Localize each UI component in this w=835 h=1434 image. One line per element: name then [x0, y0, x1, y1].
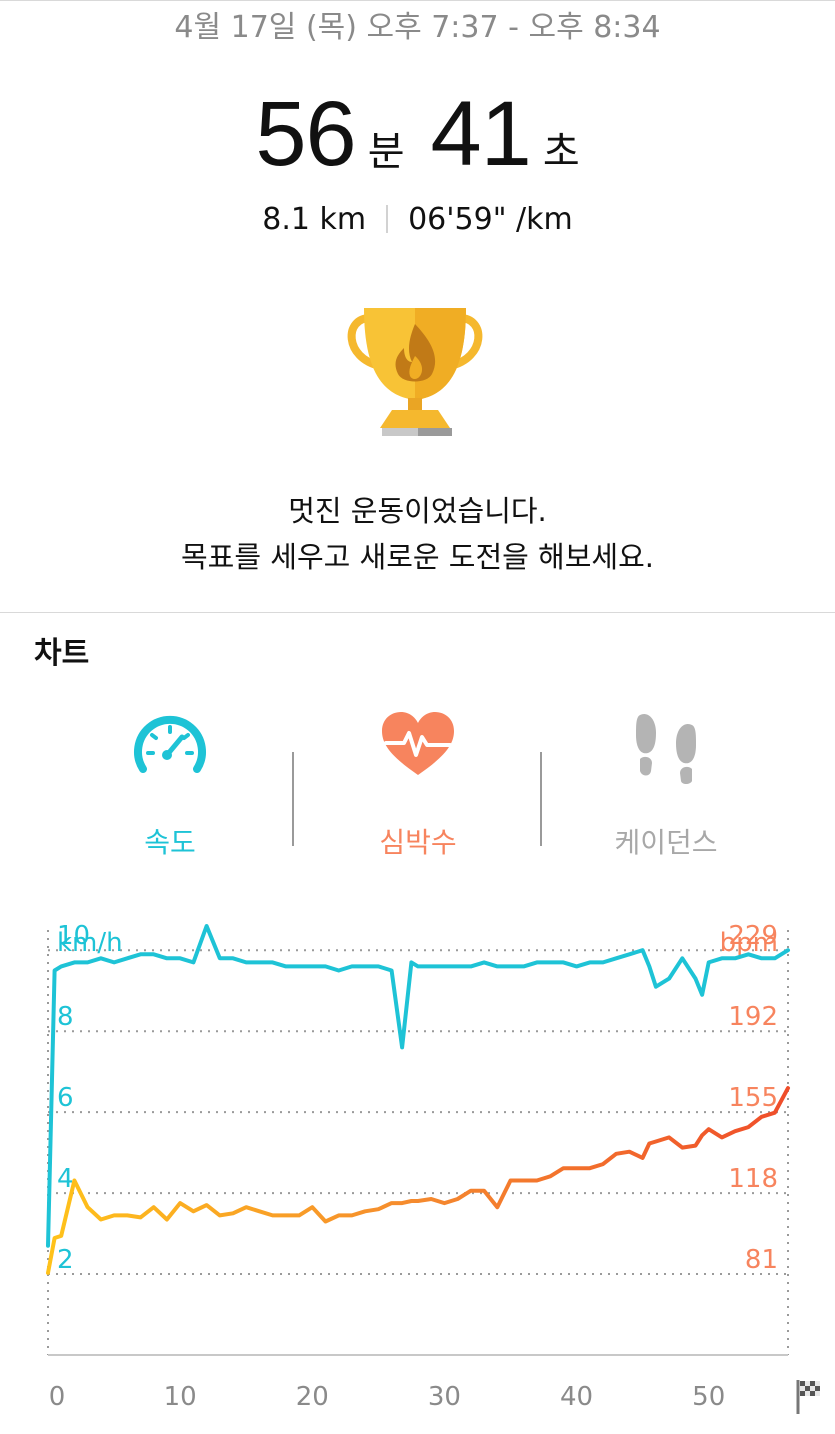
heart-rate-icon — [382, 712, 454, 775]
right-tick-label: 81 — [745, 1245, 778, 1275]
x-tick-label: 0 — [49, 1382, 66, 1412]
x-tick-label: 50 — [692, 1382, 725, 1412]
tab-separator — [292, 752, 294, 846]
speedometer-icon — [134, 715, 206, 773]
pace-value: 06'59" /km — [408, 202, 573, 237]
duration-seconds-unit: 초 — [542, 129, 580, 175]
duration-minutes: 56 — [255, 83, 356, 185]
tab-speed-label: 속도 — [144, 826, 196, 859]
left-tick-label: 2 — [57, 1245, 74, 1275]
x-tick-label: 10 — [164, 1382, 197, 1412]
heart-rate-series-line — [46, 1086, 790, 1275]
checkered-flag-icon — [796, 1380, 820, 1414]
speed-heart-rate-chart: 10 2298 1926 1554 1182 81km/h bpm0 10 20 30 40 50 — [46, 921, 820, 1414]
workout-duration: 56 분 41 초 — [0, 82, 835, 187]
trophy-flame-icon — [347, 308, 483, 436]
congrats-message: 멋진 운동이었습니다. 목표를 세우고 새로운 도전을 해보세요. — [0, 488, 835, 580]
top-divider — [0, 0, 835, 1]
tab-heart-rate-label: 심박수 — [379, 826, 457, 859]
tab-cadence[interactable]: 케이던스 — [586, 705, 746, 875]
x-tick-label: 30 — [428, 1382, 461, 1412]
duration-minutes-unit: 분 — [367, 129, 405, 175]
chart-section-title: 차트 — [34, 636, 90, 671]
left-tick-label: 8 — [57, 1002, 74, 1032]
footsteps-icon — [636, 713, 696, 784]
tab-speed[interactable]: 속도 — [90, 705, 250, 875]
speed-series-line — [46, 924, 790, 1248]
section-divider — [0, 612, 835, 613]
right-tick-label: 192 — [728, 1002, 778, 1032]
tab-cadence-label: 케이던스 — [614, 826, 718, 859]
stats-separator — [386, 205, 389, 233]
congrats-line-1: 멋진 운동이었습니다. — [288, 494, 547, 528]
right-tick-label: 155 — [728, 1083, 778, 1113]
tab-separator — [540, 752, 542, 846]
duration-seconds: 41 — [430, 83, 532, 185]
tab-heart-rate[interactable]: 심박수 — [338, 705, 498, 875]
congrats-line-2: 목표를 세우고 새로운 도전을 해보세요. — [181, 540, 654, 574]
distance-value: 8.1 km — [262, 202, 367, 237]
workout-stats: 8.1 km 06'59" /km — [0, 202, 835, 237]
right-tick-label: 118 — [728, 1164, 778, 1194]
left-tick-label: 6 — [57, 1083, 74, 1113]
x-tick-label: 20 — [296, 1382, 329, 1412]
x-tick-label: 40 — [560, 1382, 593, 1412]
workout-date-range: 4월 17일 (목) 오후 7:37 - 오후 8:34 — [174, 10, 661, 45]
left-axis-unit: km/h — [57, 928, 123, 958]
